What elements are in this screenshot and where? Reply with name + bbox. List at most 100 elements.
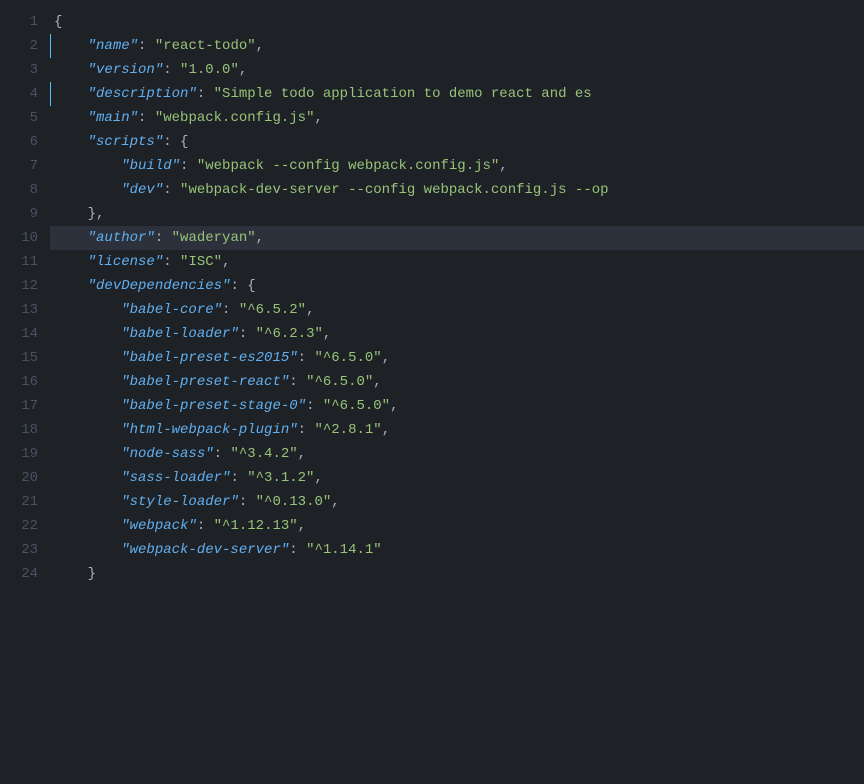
line-number: 11 <box>12 250 38 274</box>
token-key: "description" <box>88 86 197 102</box>
code-line: "webpack": "^1.12.13", <box>50 514 864 538</box>
token-string: "react-todo" <box>155 38 256 54</box>
token-punct: , <box>256 38 264 54</box>
token-punct: : <box>289 374 306 390</box>
code-line: "babel-preset-react": "^6.5.0", <box>50 370 864 394</box>
code-line: "webpack-dev-server": "^1.14.1" <box>50 538 864 562</box>
token-key: "babel-preset-stage-0" <box>121 398 306 414</box>
token-punct: : <box>298 422 315 438</box>
editor-container: 123456789101112131415161718192021222324 … <box>0 10 864 764</box>
code-line: }, <box>50 202 864 226</box>
line-number: 18 <box>12 418 38 442</box>
line-number: 1 <box>12 10 38 34</box>
token-key: "babel-core" <box>121 302 222 318</box>
token-punct: , <box>306 302 314 318</box>
token-punct: : <box>197 518 214 534</box>
token-key: "sass-loader" <box>121 470 230 486</box>
token-punct: , <box>382 422 390 438</box>
line-number: 22 <box>12 514 38 538</box>
code-line: "build": "webpack --config webpack.confi… <box>50 154 864 178</box>
token-string: "webpack --config webpack.config.js" <box>197 158 499 174</box>
token-key: "version" <box>88 62 164 78</box>
token-key: "node-sass" <box>121 446 213 462</box>
token-key: "html-webpack-plugin" <box>121 422 297 438</box>
code-line: "author": "waderyan", <box>50 226 864 250</box>
line-number: 20 <box>12 466 38 490</box>
line-number: 3 <box>12 58 38 82</box>
code-line: "babel-loader": "^6.2.3", <box>50 322 864 346</box>
token-punct: : <box>197 86 214 102</box>
line-number: 14 <box>12 322 38 346</box>
token-string: "^6.5.0" <box>323 398 390 414</box>
token-key: "build" <box>121 158 180 174</box>
token-punct: : <box>298 350 315 366</box>
code-line: "name": "react-todo", <box>50 34 864 58</box>
token-punct: : <box>239 494 256 510</box>
modified-indicator <box>50 34 51 58</box>
line-number: 17 <box>12 394 38 418</box>
token-key: "scripts" <box>88 134 164 150</box>
token-punct: : <box>239 326 256 342</box>
token-string: "^1.14.1" <box>306 542 382 558</box>
line-number: 19 <box>12 442 38 466</box>
token-string: "^6.5.0" <box>314 350 381 366</box>
code-line: { <box>50 10 864 34</box>
line-number: 12 <box>12 274 38 298</box>
token-punct: : <box>214 446 231 462</box>
token-punct: : <box>222 302 239 318</box>
token-punct: : { <box>163 134 188 150</box>
line-number: 5 <box>12 106 38 130</box>
token-punct: , <box>222 254 230 270</box>
token-punct: : <box>289 542 306 558</box>
code-line: } <box>50 562 864 586</box>
token-string: "^3.1.2" <box>247 470 314 486</box>
token-string: "^3.4.2" <box>230 446 297 462</box>
token-string: "^6.5.0" <box>306 374 373 390</box>
line-numbers: 123456789101112131415161718192021222324 <box>0 10 50 764</box>
token-punct: : <box>163 254 180 270</box>
line-number: 21 <box>12 490 38 514</box>
line-number: 6 <box>12 130 38 154</box>
token-string: "^0.13.0" <box>256 494 332 510</box>
line-number: 2 <box>12 34 38 58</box>
token-punct: : <box>230 470 247 486</box>
token-string: "ISC" <box>180 254 222 270</box>
token-string: "1.0.0" <box>180 62 239 78</box>
token-punct: , <box>256 230 264 246</box>
code-line: "dev": "webpack-dev-server --config webp… <box>50 178 864 202</box>
code-line: "main": "webpack.config.js", <box>50 106 864 130</box>
line-number: 7 <box>12 154 38 178</box>
code-line: "version": "1.0.0", <box>50 58 864 82</box>
token-brace: } <box>88 566 96 582</box>
token-punct: : <box>138 38 155 54</box>
token-punct: , <box>323 326 331 342</box>
code-lines[interactable]: { "name": "react-todo", "version": "1.0.… <box>50 10 864 764</box>
code-line: "babel-preset-stage-0": "^6.5.0", <box>50 394 864 418</box>
token-key: "dev" <box>121 182 163 198</box>
code-line: "html-webpack-plugin": "^2.8.1", <box>50 418 864 442</box>
token-punct: : <box>138 110 155 126</box>
line-number: 16 <box>12 370 38 394</box>
token-punct: , <box>314 110 322 126</box>
token-key: "babel-preset-es2015" <box>121 350 297 366</box>
title-bar <box>0 0 864 10</box>
token-punct: , <box>314 470 322 486</box>
code-line: "license": "ISC", <box>50 250 864 274</box>
token-punct: , <box>390 398 398 414</box>
code-area: 123456789101112131415161718192021222324 … <box>0 10 864 764</box>
token-key: "babel-loader" <box>121 326 239 342</box>
token-key: "webpack" <box>121 518 197 534</box>
token-key: "author" <box>88 230 155 246</box>
token-key: "license" <box>88 254 164 270</box>
code-line: "babel-preset-es2015": "^6.5.0", <box>50 346 864 370</box>
token-string: "^2.8.1" <box>314 422 381 438</box>
token-string: "^6.5.2" <box>239 302 306 318</box>
token-punct: : <box>180 158 197 174</box>
token-punct: , <box>382 350 390 366</box>
line-number: 4 <box>12 82 38 106</box>
token-punct: , <box>239 62 247 78</box>
code-line: "babel-core": "^6.5.2", <box>50 298 864 322</box>
token-string: "^1.12.13" <box>214 518 298 534</box>
modified-indicator <box>50 82 51 106</box>
token-punct: , <box>499 158 507 174</box>
